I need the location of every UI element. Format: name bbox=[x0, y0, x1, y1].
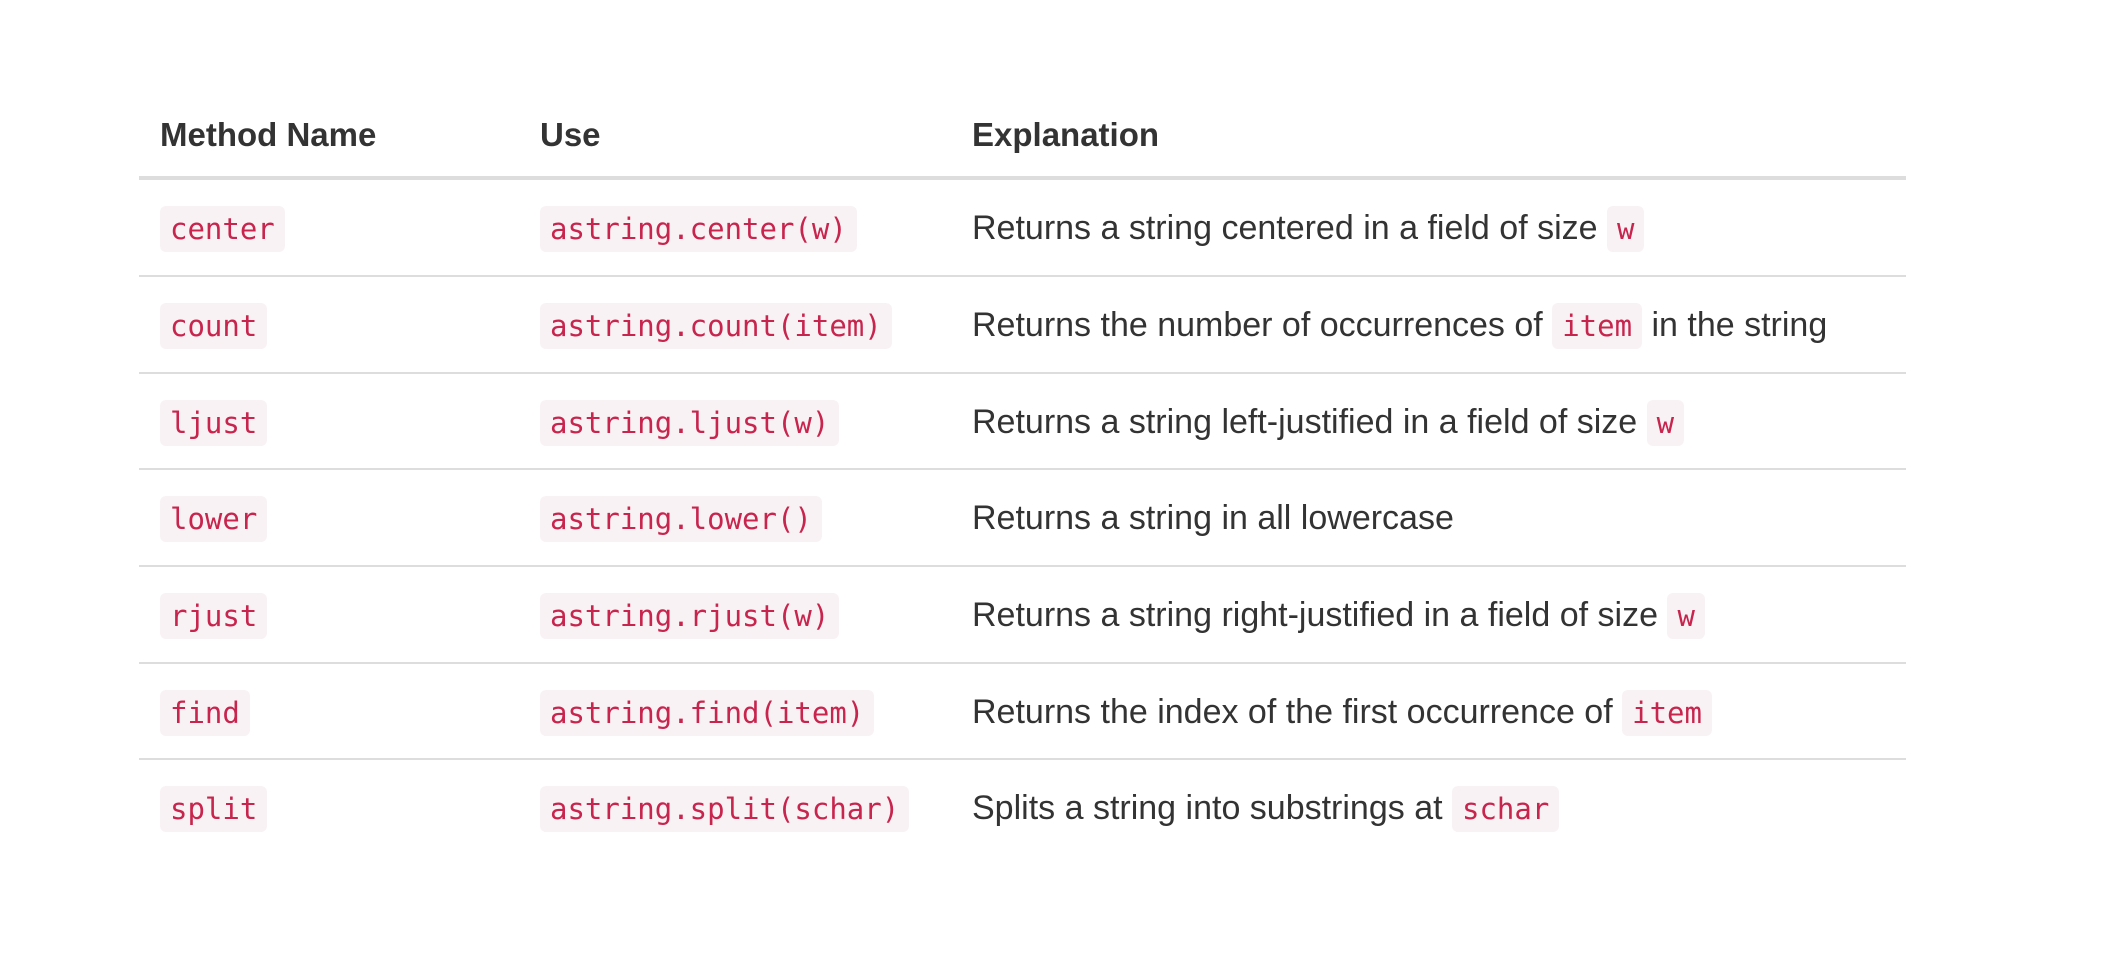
use-cell: astring.count(item) bbox=[519, 275, 951, 374]
table-row: rjust astring.rjust(w) Returns a string … bbox=[139, 565, 1906, 664]
method-name-code: center bbox=[160, 206, 285, 253]
method-cell: rjust bbox=[139, 565, 519, 664]
explanation-code: w bbox=[1646, 399, 1685, 446]
method-cell: ljust bbox=[139, 372, 519, 471]
method-cell: count bbox=[139, 275, 519, 374]
use-code: astring.split(schar) bbox=[540, 786, 910, 833]
string-methods-table: Method Name Use Explanation center astri… bbox=[139, 96, 1906, 855]
method-cell: center bbox=[139, 178, 519, 277]
method-name-code: rjust bbox=[160, 592, 268, 639]
explanation-code: w bbox=[1607, 206, 1645, 253]
explanation-code: w bbox=[1667, 592, 1705, 639]
explanation-cell: Returns a string centered in a field of … bbox=[951, 178, 1906, 277]
method-name-code: ljust bbox=[160, 399, 268, 446]
table-header: Method Name Use Explanation bbox=[139, 96, 1906, 181]
use-code: astring.center(w) bbox=[540, 206, 857, 253]
explanation-cell: Returns a string left-justified in a fie… bbox=[951, 372, 1906, 471]
use-code: astring.count(item) bbox=[540, 302, 892, 349]
table-row: split astring.split(schar) Splits a stri… bbox=[139, 759, 1906, 855]
explanation-text: Returns a string centered in a field of … bbox=[972, 209, 1607, 248]
use-code: astring.find(item) bbox=[540, 689, 875, 736]
string-methods-table-container: Method Name Use Explanation center astri… bbox=[139, 96, 1906, 855]
table-row: find astring.find(item) Returns the inde… bbox=[139, 662, 1906, 761]
use-code: astring.rjust(w) bbox=[540, 592, 840, 639]
method-cell: split bbox=[139, 759, 519, 855]
explanation-code: schar bbox=[1452, 786, 1560, 833]
explanation-text: Splits a string into substrings at bbox=[972, 789, 1453, 828]
header-method-name: Method Name bbox=[139, 96, 519, 181]
explanation-code: item bbox=[1622, 689, 1712, 736]
use-code: astring.ljust(w) bbox=[540, 399, 840, 446]
table-row: count astring.count(item) Returns the nu… bbox=[139, 275, 1906, 374]
header-row: Method Name Use Explanation bbox=[139, 96, 1906, 181]
explanation-cell: Returns a string in all lowercase bbox=[951, 469, 1906, 567]
method-cell: lower bbox=[139, 469, 519, 567]
table-row: ljust astring.ljust(w) Returns a string … bbox=[139, 372, 1906, 471]
use-cell: astring.ljust(w) bbox=[519, 372, 951, 471]
method-name-code: find bbox=[160, 689, 250, 736]
explanation-code: item bbox=[1552, 302, 1643, 349]
method-name-code: split bbox=[160, 786, 268, 833]
explanation-cell: Returns the number of occurrences of ite… bbox=[951, 275, 1906, 374]
explanation-cell: Splits a string into substrings at schar bbox=[951, 759, 1906, 855]
explanation-cell: Returns the index of the first occurrenc… bbox=[951, 662, 1906, 761]
use-cell: astring.center(w) bbox=[519, 178, 951, 277]
table-body: center astring.center(w) Returns a strin… bbox=[139, 178, 1906, 855]
method-name-code: lower bbox=[160, 496, 268, 543]
table-row: lower astring.lower() Returns a string i… bbox=[139, 469, 1906, 567]
explanation-text-tail: in the string bbox=[1642, 305, 1828, 344]
header-use: Use bbox=[519, 96, 951, 181]
use-cell: astring.lower() bbox=[519, 469, 951, 567]
use-cell: astring.split(schar) bbox=[519, 759, 951, 855]
explanation-cell: Returns a string right-justified in a fi… bbox=[951, 565, 1906, 664]
explanation-text: Returns a string left-justified in a fie… bbox=[972, 402, 1647, 441]
explanation-text: Returns the index of the first occurrenc… bbox=[972, 692, 1623, 731]
explanation-text: Returns the number of occurrences of bbox=[972, 305, 1553, 344]
table-row: center astring.center(w) Returns a strin… bbox=[139, 178, 1906, 277]
method-cell: find bbox=[139, 662, 519, 761]
use-cell: astring.rjust(w) bbox=[519, 565, 951, 664]
use-code: astring.lower() bbox=[540, 496, 822, 543]
method-name-code: count bbox=[160, 302, 268, 349]
header-explanation: Explanation bbox=[951, 96, 1906, 181]
use-cell: astring.find(item) bbox=[519, 662, 951, 761]
explanation-text: Returns a string in all lowercase bbox=[972, 499, 1454, 538]
explanation-text: Returns a string right-justified in a fi… bbox=[972, 595, 1668, 634]
